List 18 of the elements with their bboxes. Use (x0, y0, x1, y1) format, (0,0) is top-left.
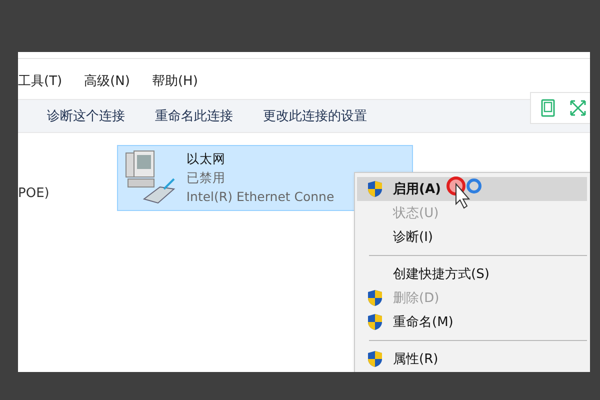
command-link[interactable]: 重命名此连接 (155, 107, 233, 125)
menu-item[interactable]: 帮助(H) (152, 72, 198, 90)
context-menu-item[interactable]: 重命名(M) (357, 310, 587, 334)
context-menu-item[interactable]: 属性(R) (357, 347, 587, 371)
context-menu-item[interactable]: 诊断(I) (357, 225, 587, 249)
menu-item[interactable]: 工具(T) (18, 72, 62, 90)
context-menu-item[interactable]: 创建快捷方式(S) (357, 262, 587, 286)
network-computer-icon (124, 149, 176, 205)
adapter-name: 以太网 (186, 150, 226, 168)
context-menu-item[interactable]: 启用(A) (357, 177, 587, 201)
command-link[interactable]: 更改此连接的设置 (263, 107, 367, 125)
menu-item[interactable]: 高级(N) (84, 72, 130, 90)
side-text: POE) (18, 186, 50, 200)
adapter-device: Intel(R) Ethernet Conne (186, 188, 334, 206)
fullscreen-icon[interactable] (569, 99, 587, 117)
command-link[interactable]: 诊断这个连接 (47, 107, 125, 125)
tablet-icon[interactable] (539, 99, 557, 117)
adapter-status: 已禁用 (186, 169, 226, 187)
